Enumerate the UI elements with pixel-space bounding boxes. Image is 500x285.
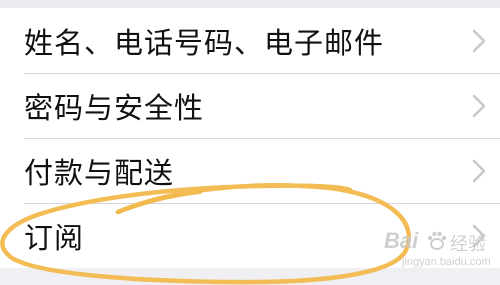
row-label: 付款与配送: [24, 155, 175, 190]
row-label: 密码与安全性: [24, 90, 205, 125]
chevron-right-icon: [472, 29, 486, 52]
settings-row-password-security[interactable]: 密码与安全性: [0, 73, 500, 138]
baidu-watermark: Bai 经验 jingyan.baidu.com: [384, 228, 494, 274]
chevron-right-icon: [472, 159, 486, 182]
chevron-right-icon: [472, 94, 486, 117]
paw-logo-icon: [427, 231, 447, 250]
settings-row-payment-shipping[interactable]: 付款与配送: [0, 138, 500, 203]
settings-screen: 姓名、电话号码、电子邮件 密码与安全性 付款与配送 订阅 Bai 经验 jing…: [0, 0, 500, 285]
row-label: 订阅: [24, 220, 85, 255]
watermark-brand: Bai: [384, 228, 419, 253]
top-spacer: [0, 0, 500, 8]
watermark-url: jingyan.baidu.com: [402, 256, 491, 268]
row-label: 姓名、电话号码、电子邮件: [24, 25, 385, 60]
settings-row-name-phone-email[interactable]: 姓名、电话号码、电子邮件: [0, 8, 500, 73]
watermark-brand-suffix: 经验: [450, 234, 486, 255]
